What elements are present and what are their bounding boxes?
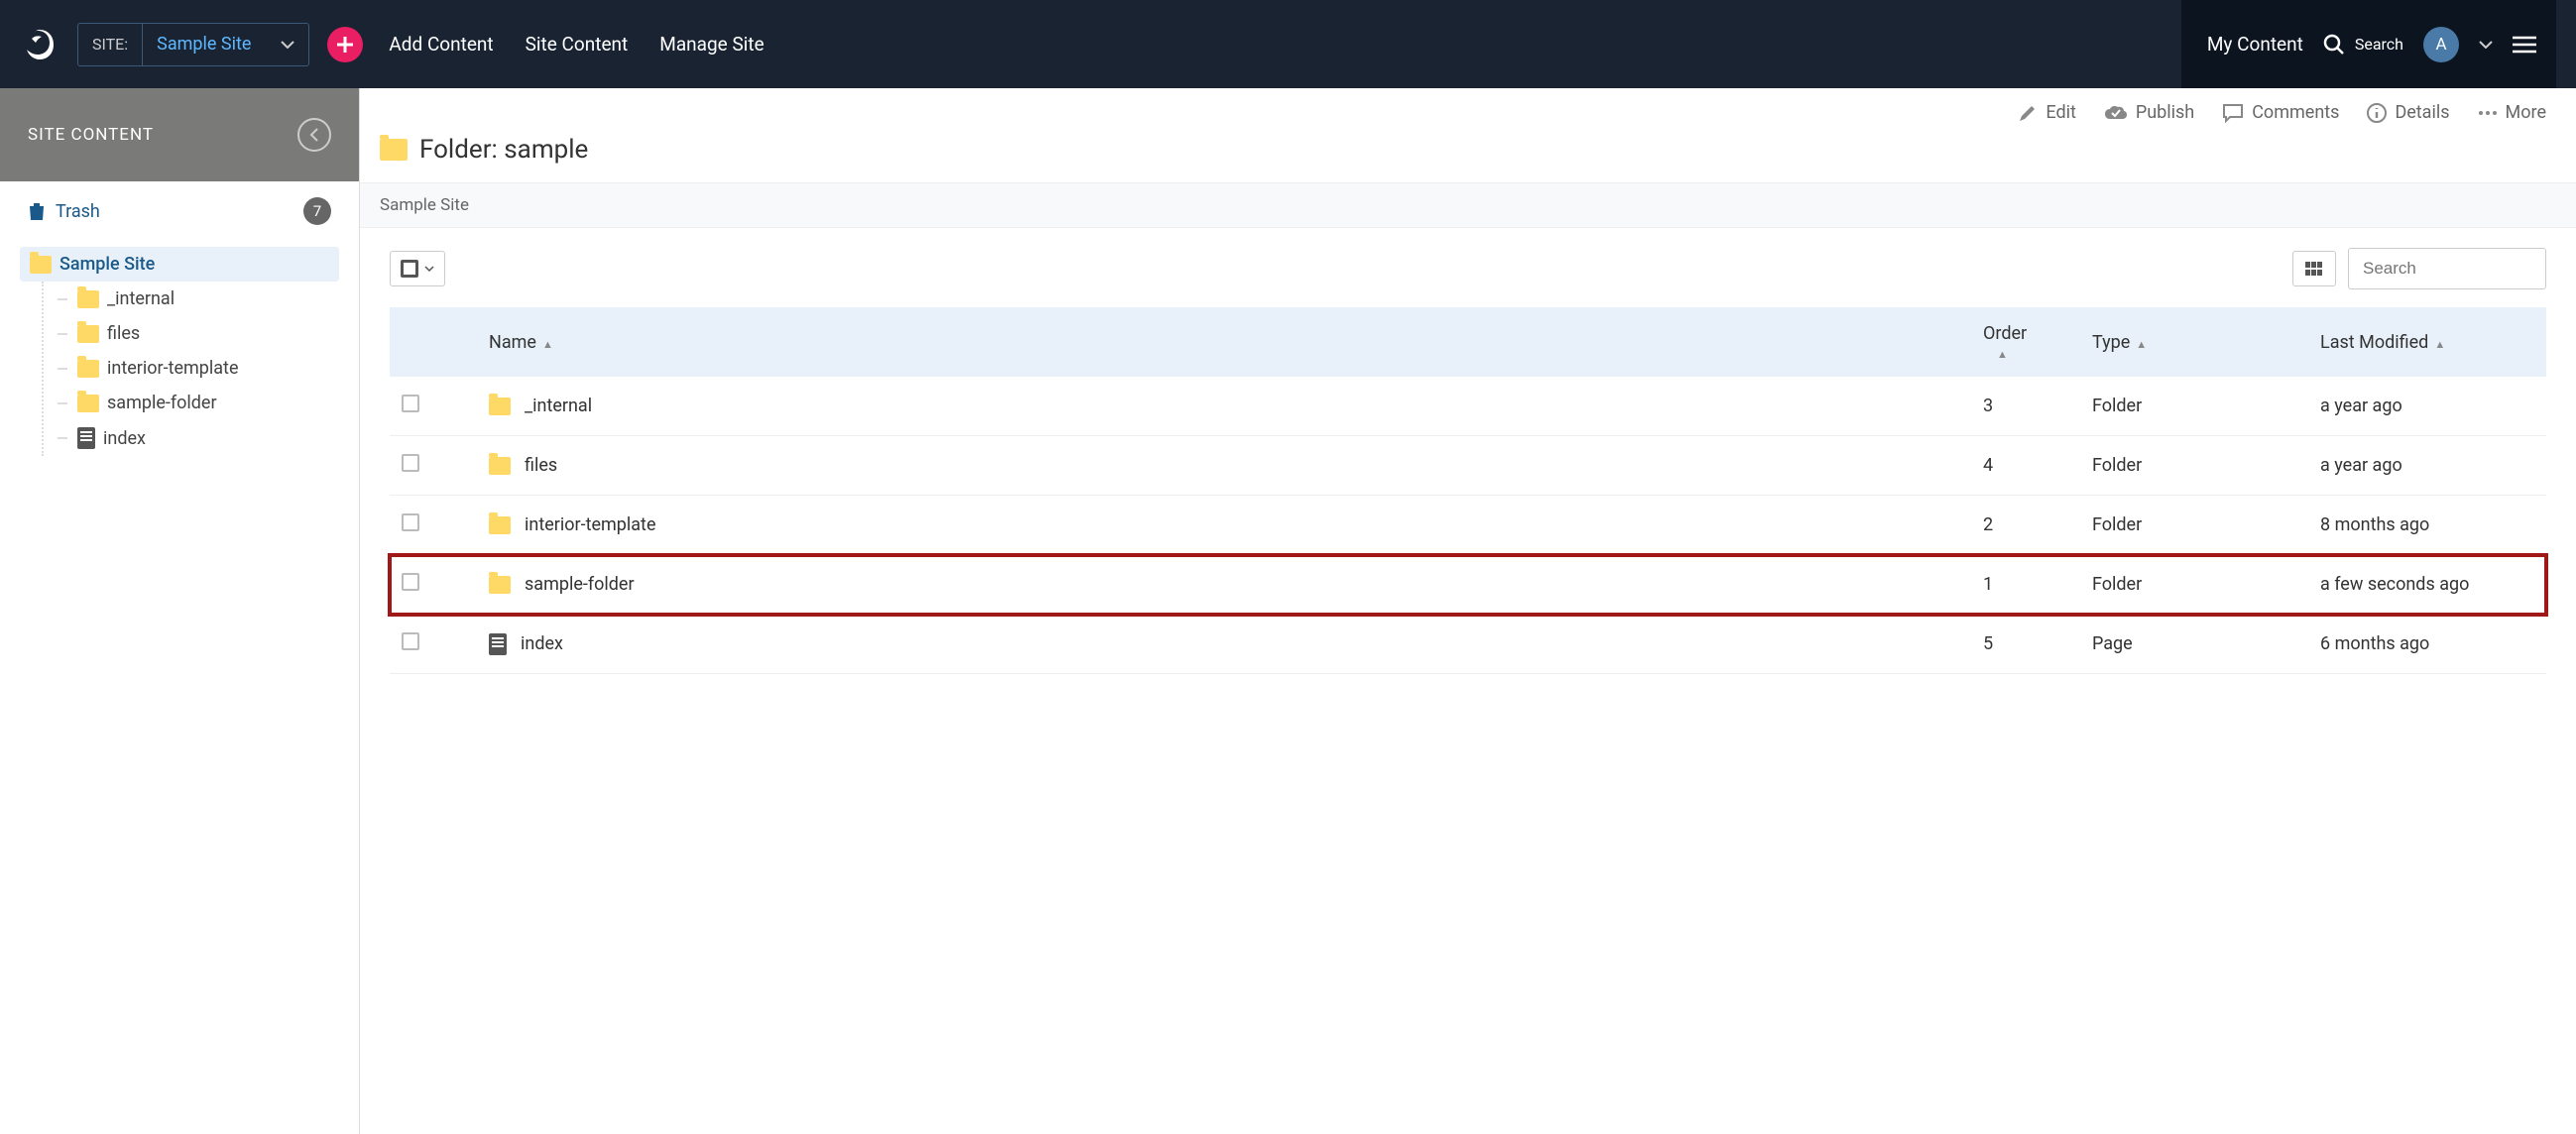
row-checkbox[interactable] xyxy=(402,573,419,591)
user-avatar[interactable]: A xyxy=(2423,27,2459,62)
folder-icon xyxy=(30,256,52,274)
folder-icon xyxy=(380,139,408,161)
content-table: Name▲ Order▲ Type▲ Last Modified▲ _inter… xyxy=(390,307,2546,674)
site-tree: Sample Site _internalfilesinterior-templ… xyxy=(0,241,359,462)
folder-icon xyxy=(77,395,99,412)
trash-count-badge: 7 xyxy=(303,197,331,225)
details-button[interactable]: Details xyxy=(2367,102,2449,123)
breadcrumb[interactable]: Sample Site xyxy=(360,182,2576,228)
hamburger-menu-icon[interactable] xyxy=(2513,36,2536,54)
folder-icon xyxy=(77,360,99,378)
tree-root[interactable]: Sample Site xyxy=(20,247,339,282)
collapse-sidebar-button[interactable] xyxy=(297,118,331,152)
nav-site-content[interactable]: Site Content xyxy=(510,33,644,56)
action-toolbar: Edit Publish Comments Details More xyxy=(360,88,2576,131)
folder-icon xyxy=(489,457,511,475)
folder-icon xyxy=(77,290,99,308)
more-button[interactable]: More xyxy=(2478,102,2546,123)
folder-icon xyxy=(489,397,511,415)
site-name-dropdown[interactable]: Sample Site xyxy=(143,34,308,55)
row-checkbox[interactable] xyxy=(402,632,419,650)
table-row[interactable]: sample-folder1Foldera few seconds ago xyxy=(390,555,2546,615)
cloud-check-icon xyxy=(2104,105,2128,121)
table-row[interactable]: _internal3Foldera year ago xyxy=(390,377,2546,436)
info-icon xyxy=(2367,103,2387,123)
table-controls xyxy=(360,228,2576,307)
col-order[interactable]: Order▲ xyxy=(1971,307,2080,377)
row-checkbox[interactable] xyxy=(402,454,419,472)
edit-button[interactable]: Edit xyxy=(2018,102,2075,123)
col-modified[interactable]: Last Modified▲ xyxy=(2308,307,2546,377)
tree-item[interactable]: index xyxy=(48,420,339,456)
col-type[interactable]: Type▲ xyxy=(2080,307,2308,377)
select-all-dropdown[interactable] xyxy=(390,251,445,286)
avatar-chevron-icon[interactable] xyxy=(2479,41,2493,49)
sort-icon: ▲ xyxy=(1997,348,2008,361)
chevron-down-icon xyxy=(281,41,294,49)
add-content-button[interactable] xyxy=(327,27,363,62)
publish-button[interactable]: Publish xyxy=(2104,102,2194,123)
sort-icon: ▲ xyxy=(542,338,553,351)
pencil-icon xyxy=(2018,103,2038,123)
trash-link[interactable]: Trash 7 xyxy=(0,181,359,241)
dots-icon xyxy=(2478,110,2498,116)
grid-icon xyxy=(2305,262,2323,276)
sort-icon: ▲ xyxy=(2434,338,2445,351)
sort-icon: ▲ xyxy=(2136,338,2147,351)
tree-item[interactable]: files xyxy=(48,316,339,351)
col-name[interactable]: Name▲ xyxy=(439,307,1971,377)
table-search-input[interactable] xyxy=(2348,248,2546,289)
folder-icon xyxy=(77,325,99,343)
sidebar: SITE CONTENT Trash 7 Sample Site _intern… xyxy=(0,88,360,1134)
page-icon xyxy=(489,633,507,655)
chevron-down-icon xyxy=(424,266,434,272)
app-logo[interactable] xyxy=(20,25,59,64)
trash-icon xyxy=(28,201,46,221)
nav-my-content[interactable]: My Content xyxy=(2207,33,2303,56)
comments-button[interactable]: Comments xyxy=(2222,102,2339,123)
nav-add-content[interactable]: Add Content xyxy=(373,33,509,56)
tree-item[interactable]: interior-template xyxy=(48,351,339,386)
site-selector[interactable]: SITE: Sample Site xyxy=(77,23,309,66)
row-checkbox[interactable] xyxy=(402,513,419,531)
tree-item[interactable]: _internal xyxy=(48,282,339,316)
topbar: SITE: Sample Site Add Content Site Conte… xyxy=(0,0,2576,88)
sidebar-header: SITE CONTENT xyxy=(0,88,359,181)
table-row[interactable]: files4Foldera year ago xyxy=(390,436,2546,496)
folder-icon xyxy=(489,576,511,594)
checkbox-icon xyxy=(401,260,418,278)
search-icon xyxy=(2323,34,2345,56)
page-title: Folder: sample xyxy=(360,131,2576,182)
tree-item[interactable]: sample-folder xyxy=(48,386,339,420)
global-search[interactable]: Search xyxy=(2323,34,2403,56)
row-checkbox[interactable] xyxy=(402,395,419,412)
folder-icon xyxy=(489,516,511,534)
table-row[interactable]: interior-template2Folder8 months ago xyxy=(390,496,2546,555)
grid-view-button[interactable] xyxy=(2292,251,2336,286)
comment-icon xyxy=(2222,103,2244,123)
main-content: Edit Publish Comments Details More Folde… xyxy=(360,88,2576,1134)
nav-manage-site[interactable]: Manage Site xyxy=(644,33,779,56)
topbar-right: My Content Search A xyxy=(2181,0,2556,88)
table-row[interactable]: index5Page6 months ago xyxy=(390,615,2546,674)
page-icon xyxy=(77,427,95,449)
site-label: SITE: xyxy=(78,24,143,65)
